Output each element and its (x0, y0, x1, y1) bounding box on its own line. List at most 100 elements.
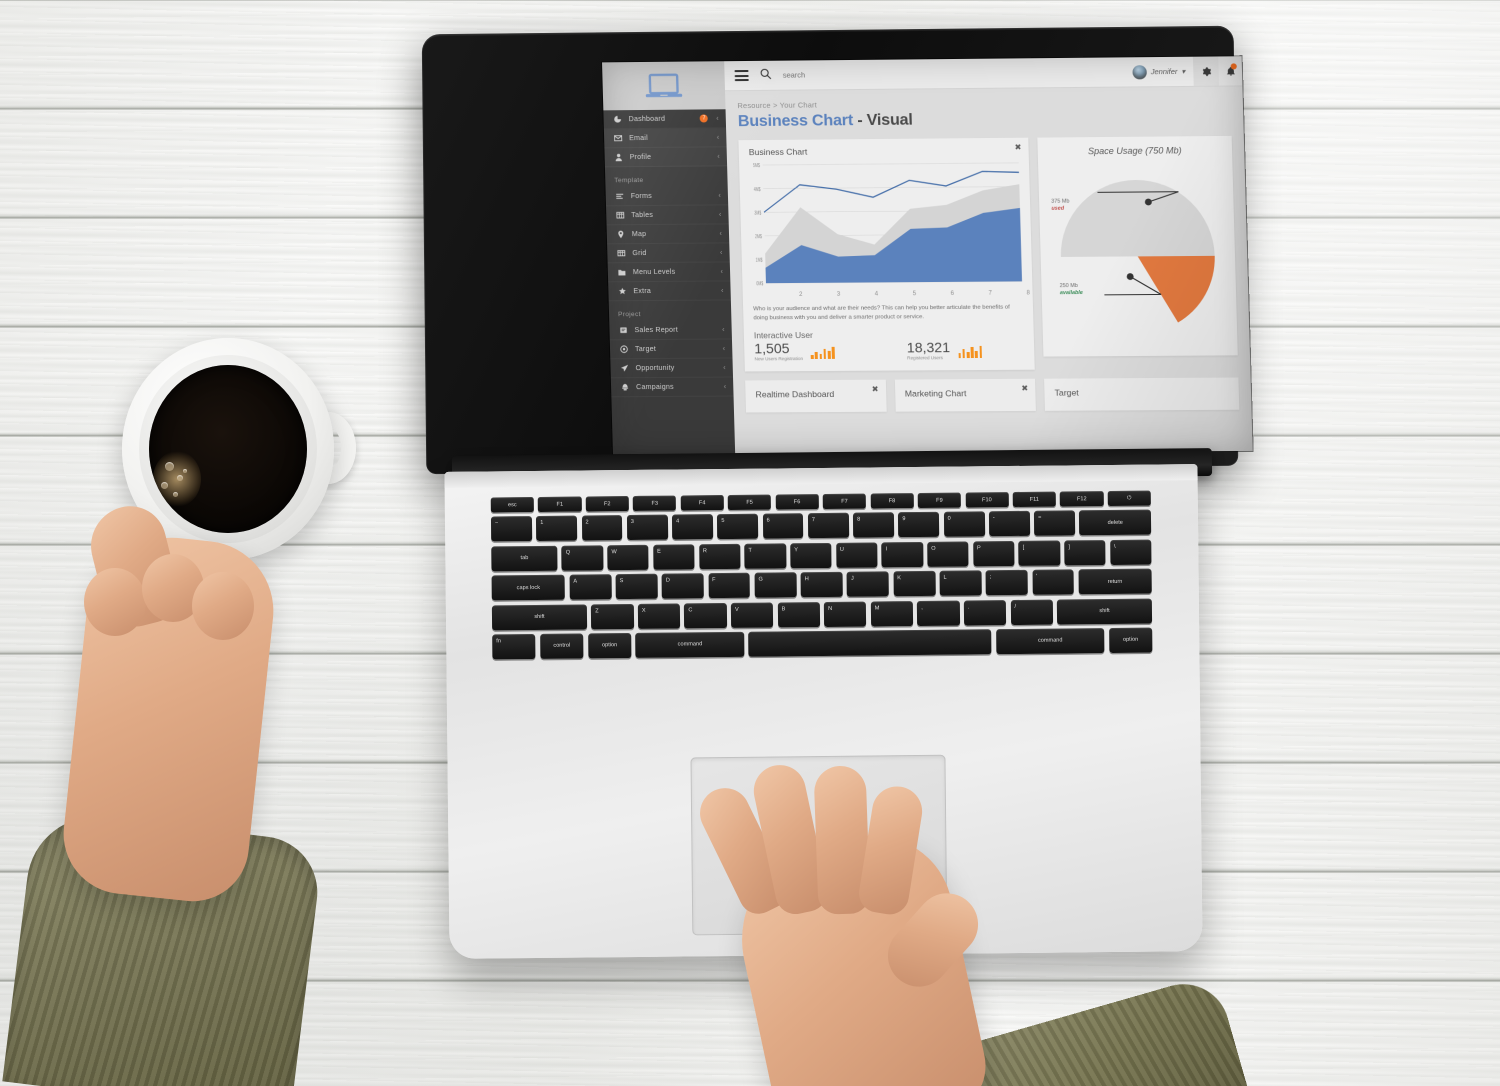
key-j[interactable]: J (846, 571, 890, 597)
key-f9[interactable]: F9 (917, 492, 962, 508)
key-h[interactable]: H (800, 571, 843, 598)
sidebar-item-forms[interactable]: Forms ‹ (605, 186, 729, 207)
key-1[interactable]: 1 (536, 515, 578, 542)
key-w[interactable]: W (607, 544, 649, 571)
user-menu[interactable]: Jennifer ▾ (1127, 57, 1194, 87)
key-u[interactable]: U (835, 542, 878, 568)
key-space[interactable] (748, 629, 992, 657)
key--[interactable]: ⏻ (1107, 490, 1151, 507)
key-r[interactable]: R (698, 543, 741, 570)
key-e[interactable]: E (653, 544, 695, 570)
key-s[interactable]: S (615, 573, 658, 600)
key-v[interactable]: V (730, 602, 774, 628)
key-shift[interactable]: shift (491, 604, 588, 631)
key-control[interactable]: control (539, 633, 584, 659)
notifications-button[interactable] (1218, 56, 1243, 86)
search-input[interactable] (782, 69, 934, 80)
key-caps-lock[interactable]: caps lock (491, 574, 566, 601)
key-f2[interactable]: F2 (585, 496, 629, 512)
key--[interactable]: \ (1109, 539, 1152, 565)
key-delete[interactable]: delete (1079, 509, 1152, 536)
key-5[interactable]: 5 (717, 514, 759, 540)
key-a[interactable]: A (569, 574, 612, 600)
key-4[interactable]: 4 (671, 514, 714, 540)
key-p[interactable]: P (972, 540, 1015, 567)
key--[interactable]: - (988, 511, 1030, 537)
key-3[interactable]: 3 (626, 515, 668, 541)
key--[interactable]: ] (1064, 539, 1106, 566)
key-command[interactable]: command (995, 628, 1105, 655)
key-l[interactable]: L (939, 570, 982, 596)
key--[interactable]: ~ (490, 516, 533, 542)
key-esc[interactable]: esc (490, 497, 534, 513)
key-option[interactable]: option (587, 632, 632, 659)
key-2[interactable]: 2 (581, 515, 623, 541)
key-i[interactable]: I (881, 541, 924, 568)
sidebar-item-campaigns[interactable]: Campaigns ‹ (610, 377, 734, 398)
hamburger-menu-icon[interactable] (734, 70, 749, 82)
key-t[interactable]: T (744, 543, 787, 569)
key--[interactable]: / (1010, 599, 1053, 625)
key--[interactable]: [ (1018, 540, 1061, 566)
key-f7[interactable]: F7 (822, 493, 867, 509)
sidebar-item-extra[interactable]: Extra ‹ (608, 281, 731, 302)
key-9[interactable]: 9 (898, 512, 940, 538)
sidebar-item-sales-report[interactable]: Sales Report ‹ (609, 320, 732, 341)
key--[interactable]: . (963, 599, 1007, 626)
key-f8[interactable]: F8 (870, 493, 914, 509)
key-b[interactable]: B (777, 601, 820, 628)
key-tab[interactable]: tab (491, 545, 558, 572)
key-f10[interactable]: F10 (965, 492, 1009, 508)
key-0[interactable]: 0 (943, 511, 985, 538)
key-shift[interactable]: shift (1056, 598, 1153, 625)
key--[interactable]: = (1034, 510, 1076, 537)
key-f4[interactable]: F4 (680, 495, 724, 511)
key-k[interactable]: K (893, 570, 936, 597)
breadcrumb[interactable]: Resource > Your Chart (737, 97, 1230, 110)
key-8[interactable]: 8 (853, 512, 895, 539)
sidebar-item-opportunity[interactable]: Opportunity ‹ (610, 358, 734, 379)
key--[interactable]: ' (1032, 569, 1075, 595)
key-y[interactable]: Y (790, 542, 832, 569)
key-z[interactable]: Z (591, 603, 634, 629)
key-f5[interactable]: F5 (727, 494, 772, 510)
sidebar-item-dashboard[interactable]: Dashboard 7 ‹ (603, 109, 727, 130)
close-icon[interactable]: ✖ (1021, 384, 1028, 393)
key--[interactable]: ; (985, 570, 1028, 596)
sidebar-item-tables[interactable]: Tables ‹ (606, 205, 729, 226)
sidebar-item-profile[interactable]: Profile ‹ (604, 147, 728, 168)
key-command[interactable]: command (635, 631, 745, 658)
sidebar-item-grid[interactable]: Grid ‹ (607, 243, 730, 264)
key-f3[interactable]: F3 (633, 495, 677, 511)
key-f1[interactable]: F1 (538, 496, 582, 512)
key-option[interactable]: option (1108, 627, 1153, 653)
key-f[interactable]: F (708, 572, 751, 599)
sidebar-item-menu-levels[interactable]: Menu Levels ‹ (607, 262, 731, 283)
keyboard-row: caps lock A S D F G H J K L; ' return (491, 568, 1152, 601)
key-return[interactable]: return (1078, 568, 1152, 595)
settings-button[interactable] (1192, 56, 1220, 86)
key-q[interactable]: Q (561, 545, 604, 571)
keyboard[interactable]: esc F1 F2 F3 F4 F5 F6 F7 F8 F9 F10 F11 F12 ⏻ ~1 2 3 4 5 6 7 8… (490, 490, 1153, 664)
key-f11[interactable]: F11 (1012, 491, 1056, 508)
key-o[interactable]: O (927, 541, 969, 567)
key-7[interactable]: 7 (807, 513, 849, 539)
key-fn[interactable]: fn (492, 633, 536, 660)
sidebar-item-target[interactable]: Target ‹ (609, 339, 733, 360)
search-icon[interactable] (759, 66, 772, 84)
key-g[interactable]: G (754, 572, 797, 598)
key-x[interactable]: X (637, 603, 681, 629)
key-c[interactable]: C (684, 602, 727, 629)
key-n[interactable]: N (824, 601, 867, 627)
key-f6[interactable]: F6 (775, 494, 819, 510)
key-6[interactable]: 6 (762, 513, 804, 540)
key-f12[interactable]: F12 (1060, 491, 1104, 507)
sidebar-item-email[interactable]: Email ‹ (603, 128, 727, 149)
close-icon[interactable]: ✖ (1015, 143, 1022, 152)
key-d[interactable]: D (661, 573, 704, 599)
sidebar-item-map[interactable]: Map ‹ (606, 224, 730, 245)
close-icon[interactable]: ✖ (872, 385, 879, 394)
key-m[interactable]: M (870, 600, 914, 627)
key--[interactable]: , (917, 600, 960, 626)
brand-logo[interactable] (602, 61, 726, 111)
